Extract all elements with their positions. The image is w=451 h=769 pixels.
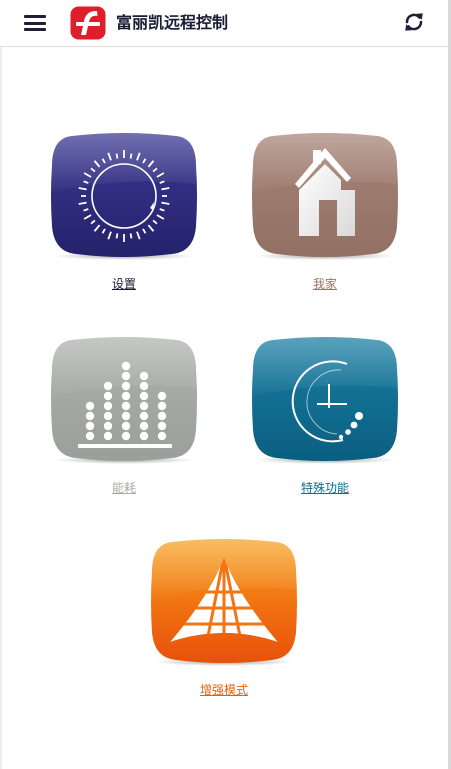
energy-dot — [103, 391, 113, 401]
energy-dot — [157, 421, 167, 431]
tile-label-special-functions[interactable]: 特殊功能 — [235, 480, 415, 496]
energy-dot — [103, 431, 113, 441]
dial-tick — [129, 153, 133, 159]
perspective-grid-icon — [151, 539, 297, 666]
menu-line — [24, 28, 46, 31]
energy-dot — [157, 391, 167, 401]
tile-label-energy[interactable]: 能耗 — [34, 480, 214, 496]
energy-dot — [157, 431, 167, 441]
dial-icon — [51, 133, 197, 260]
refresh-icon[interactable] — [402, 10, 426, 34]
dial-tick — [115, 153, 119, 159]
house-icon — [252, 133, 398, 260]
brand-logo-icon — [70, 6, 106, 40]
energy-dot — [157, 401, 167, 411]
tile-label-my-home[interactable]: 我家 — [235, 276, 415, 292]
app-header: 富丽凯远程控制 — [0, 0, 448, 47]
energy-dot — [157, 411, 167, 421]
tile-label-settings[interactable]: 设置 — [34, 276, 214, 292]
clock-function-icon — [252, 337, 398, 464]
dial-tick — [129, 233, 133, 239]
energy-dot — [139, 381, 149, 391]
energy-dot — [121, 411, 131, 421]
menu-line — [24, 21, 46, 25]
hamburger-menu-icon[interactable] — [24, 13, 46, 33]
energy-dot — [139, 401, 149, 411]
app-title: 富丽凯远程控制 — [116, 13, 229, 32]
energy-dot — [85, 401, 95, 411]
energy-dot — [103, 401, 113, 411]
energy-dot — [121, 421, 131, 431]
energy-bars-icon — [51, 337, 197, 464]
energy-dot — [121, 361, 131, 371]
energy-dot — [139, 431, 149, 441]
energy-dot — [121, 371, 131, 381]
energy-dot — [85, 421, 95, 431]
energy-dot — [103, 421, 113, 431]
energy-dot — [139, 411, 149, 421]
menu-line — [24, 15, 46, 18]
energy-dot — [85, 411, 95, 421]
energy-dot — [103, 411, 113, 421]
energy-dot — [139, 371, 149, 381]
app-screen: 富丽凯远程控制 设置 我家 能耗 特殊功能 增强模式 — [0, 0, 451, 769]
energy-dot — [121, 381, 131, 391]
energy-dot — [121, 431, 131, 441]
left-edge-divider — [0, 0, 2, 769]
tile-label-boost-mode[interactable]: 增强模式 — [134, 682, 314, 698]
energy-dot — [103, 381, 113, 391]
energy-dot — [85, 431, 95, 441]
dial-tick — [115, 233, 119, 239]
energy-dot — [139, 391, 149, 401]
energy-dot — [139, 421, 149, 431]
energy-dot — [121, 391, 131, 401]
energy-dot — [121, 401, 131, 411]
